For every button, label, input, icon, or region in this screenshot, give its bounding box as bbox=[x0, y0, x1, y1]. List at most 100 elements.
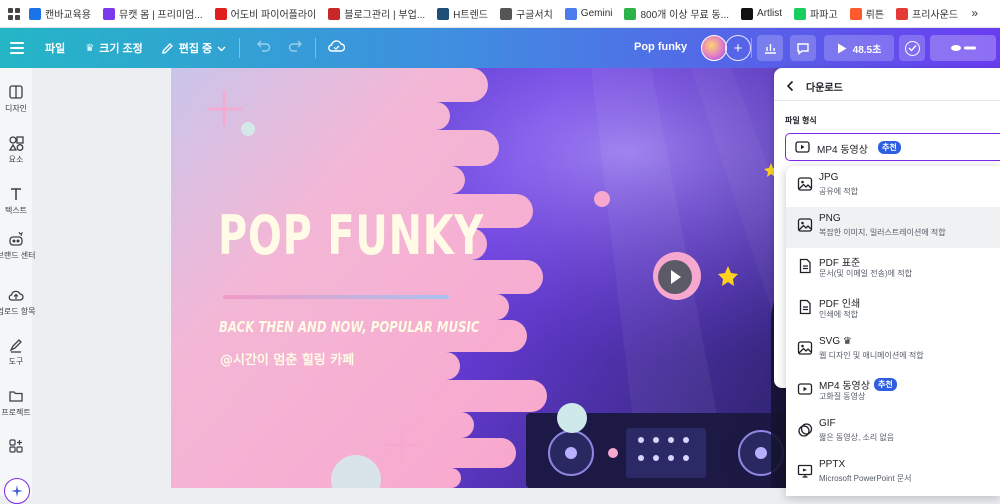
format-name: PDF 인쇄 bbox=[819, 299, 861, 310]
pencil-icon bbox=[161, 42, 173, 54]
bookmarks-bar: 캔바교육용 뮤캣 몸 | 프리미엄... 어도비 파이어플라이 블로그관리 | 부업.… bbox=[0, 0, 1000, 28]
chevron-down-icon bbox=[217, 46, 226, 51]
design-title[interactable]: Pop funky bbox=[634, 41, 687, 53]
comment-button[interactable] bbox=[790, 35, 816, 61]
add-person-icon[interactable]: + bbox=[725, 35, 751, 61]
document-icon bbox=[799, 299, 811, 315]
sidebar-item-design[interactable]: 디자인 bbox=[0, 84, 32, 114]
sidebar-item-label: 텍스트 bbox=[4, 206, 28, 215]
elements-icon bbox=[8, 136, 24, 151]
format-description: 인쇄에 적합 bbox=[819, 310, 859, 319]
redo-icon[interactable] bbox=[288, 39, 303, 57]
undo-icon[interactable] bbox=[256, 39, 271, 57]
bookmark-label: 뮤캣 몸 | 프리미엄... bbox=[119, 10, 203, 21]
bookmark-item[interactable]: 캔바교육용 bbox=[29, 6, 91, 21]
file-menu-button[interactable]: 파일 bbox=[45, 40, 65, 56]
format-name: PDF 표준 bbox=[819, 258, 861, 269]
format-option[interactable]: SVG ♛ 웹 디자인 및 애니메이션에 적합 bbox=[786, 330, 1000, 371]
format-option[interactable]: PDF 표준 문서(및 이메일 전송)에 적합 bbox=[786, 248, 1000, 289]
format-description: 문서(및 이메일 전송)에 적합 bbox=[819, 269, 912, 278]
sidebar-item-label: 프로젝트 bbox=[1, 408, 31, 417]
sidebar-item-folder[interactable]: 프로젝트 bbox=[0, 388, 32, 418]
format-description: 고화질 동영상 bbox=[819, 392, 866, 401]
music-icon bbox=[103, 7, 115, 20]
toolbar-divider bbox=[751, 38, 752, 58]
back-arrow-icon[interactable] bbox=[786, 79, 795, 97]
magic-sparkle-button[interactable] bbox=[4, 478, 30, 504]
format-option[interactable]: PDF 인쇄 인쇄에 적합 bbox=[786, 289, 1000, 330]
bookmark-label: 파파고 bbox=[810, 10, 838, 21]
resize-button[interactable]: ♛ 크기 조정 bbox=[85, 40, 143, 56]
recommended-badge: 추천 bbox=[873, 378, 897, 391]
format-dropdown: JPG 공유에 적합 PNG 복잡한 이미지, 일러스트레이션에 적합 PDF 표준 문서… bbox=[786, 166, 1000, 496]
format-option[interactable]: JPG 공유에 적합 bbox=[786, 166, 1000, 207]
bookmark-item[interactable]: 구글서치 bbox=[499, 6, 553, 21]
editing-mode-button[interactable]: 편집 중 bbox=[161, 40, 226, 56]
sidebar-item-upload[interactable]: 업로드 항목 bbox=[0, 287, 36, 317]
bookmark-item[interactable]: 800개 이상 무료 동... bbox=[624, 6, 729, 21]
check-circle-icon bbox=[904, 40, 920, 56]
sidebar-item-label: 요소 bbox=[8, 155, 24, 164]
sidebar-item-elements[interactable]: 요소 bbox=[0, 135, 32, 165]
format-name-row: PDF 표준 bbox=[819, 254, 860, 269]
left-sidebar: 디자인요소텍스트브랜드 센터업로드 항목도구프로젝트 bbox=[0, 68, 36, 496]
file-type-label: 파일 형식 bbox=[785, 116, 817, 125]
sidebar-item-brand[interactable]: 브랜드 센터 bbox=[0, 231, 36, 261]
panel-divider bbox=[774, 100, 1000, 101]
bookmark-label: Artlist bbox=[757, 8, 783, 19]
bookmark-label: 뤼튼 bbox=[865, 10, 885, 21]
bookmark-label: 캔바교육용 bbox=[45, 10, 91, 21]
design-handle-text[interactable]: @시간이 멈춘 힐링 카페 bbox=[220, 349, 354, 368]
video-icon bbox=[797, 383, 813, 395]
text-icon bbox=[11, 188, 21, 200]
format-option[interactable]: GIF 짧은 동영상, 소리 없음 bbox=[786, 412, 1000, 453]
freesound-icon bbox=[896, 7, 909, 20]
title-underline bbox=[223, 295, 449, 299]
check-button[interactable] bbox=[899, 35, 925, 61]
sidebar-item-label: 디자인 bbox=[4, 104, 28, 113]
document-icon bbox=[799, 258, 811, 274]
present-button[interactable]: 48.5초 bbox=[824, 35, 894, 61]
file-type-select[interactable]: MP4 동영상 추천 bbox=[785, 133, 1000, 161]
tools-icon bbox=[9, 339, 22, 353]
format-name: PPTX bbox=[819, 459, 846, 470]
format-option[interactable]: PPTX Microsoft PowerPoint 문서 bbox=[786, 453, 1000, 494]
bookmark-item[interactable]: 뤼튼 bbox=[849, 6, 885, 21]
sidebar-item-label: 업로드 항목 bbox=[0, 307, 36, 316]
format-name: SVG ♛ bbox=[819, 336, 852, 347]
avatar[interactable] bbox=[701, 35, 727, 61]
image-icon bbox=[797, 177, 813, 191]
bookmark-item[interactable]: 파파고 bbox=[794, 6, 838, 21]
design-icon bbox=[9, 85, 23, 99]
sidebar-item-label: 도구 bbox=[8, 357, 24, 366]
apps-grid-icon[interactable] bbox=[5, 5, 23, 23]
design-subtitle-text[interactable]: BACK THEN AND NOW, POPULAR MUSIC bbox=[219, 318, 479, 336]
bookmark-item[interactable]: 블로그관리 | 부업... bbox=[328, 6, 425, 21]
bookmark-label: 프리사운드 bbox=[912, 10, 959, 21]
sidebar-item-text[interactable]: 텍스트 bbox=[0, 186, 32, 216]
bookmark-item[interactable]: 어도비 파이어플라이 bbox=[214, 6, 316, 21]
insights-chart-button[interactable] bbox=[757, 35, 783, 61]
format-name-row: MP4 동영상 추천 bbox=[819, 377, 897, 392]
format-option[interactable]: PNG 복잡한 이미지, 일러스트레이션에 적합 bbox=[786, 207, 1000, 248]
play-icon bbox=[837, 43, 847, 53]
design-title-text[interactable]: POP FUNKY bbox=[218, 204, 484, 267]
bookmark-item[interactable]: Gemini bbox=[564, 7, 612, 20]
format-option[interactable]: MP4 동영상 추천 고화질 동영상 bbox=[786, 371, 1000, 412]
share-button[interactable] bbox=[930, 35, 996, 61]
menu-icon[interactable] bbox=[10, 42, 24, 54]
sidebar-item-tools[interactable]: 도구 bbox=[0, 337, 32, 367]
sidebar-item-apps[interactable] bbox=[0, 438, 32, 454]
cloud-saved-icon[interactable] bbox=[328, 39, 346, 57]
bookmarks-more-button[interactable]: » bbox=[971, 6, 978, 20]
bookmark-item[interactable]: 프리사운드 bbox=[896, 6, 958, 21]
editing-label: 편집 중 bbox=[178, 43, 213, 55]
trend-icon bbox=[437, 7, 450, 20]
download-panel-title: 다운로드 bbox=[806, 83, 843, 94]
bookmark-item[interactable]: Artlist bbox=[741, 7, 783, 20]
papago-icon bbox=[794, 7, 807, 20]
bookmark-item[interactable]: H트렌드 bbox=[437, 6, 488, 21]
bookmark-item[interactable]: 뮤캣 몸 | 프리미엄... bbox=[103, 6, 203, 21]
google-search-icon bbox=[499, 7, 512, 20]
upload-icon bbox=[8, 290, 24, 301]
